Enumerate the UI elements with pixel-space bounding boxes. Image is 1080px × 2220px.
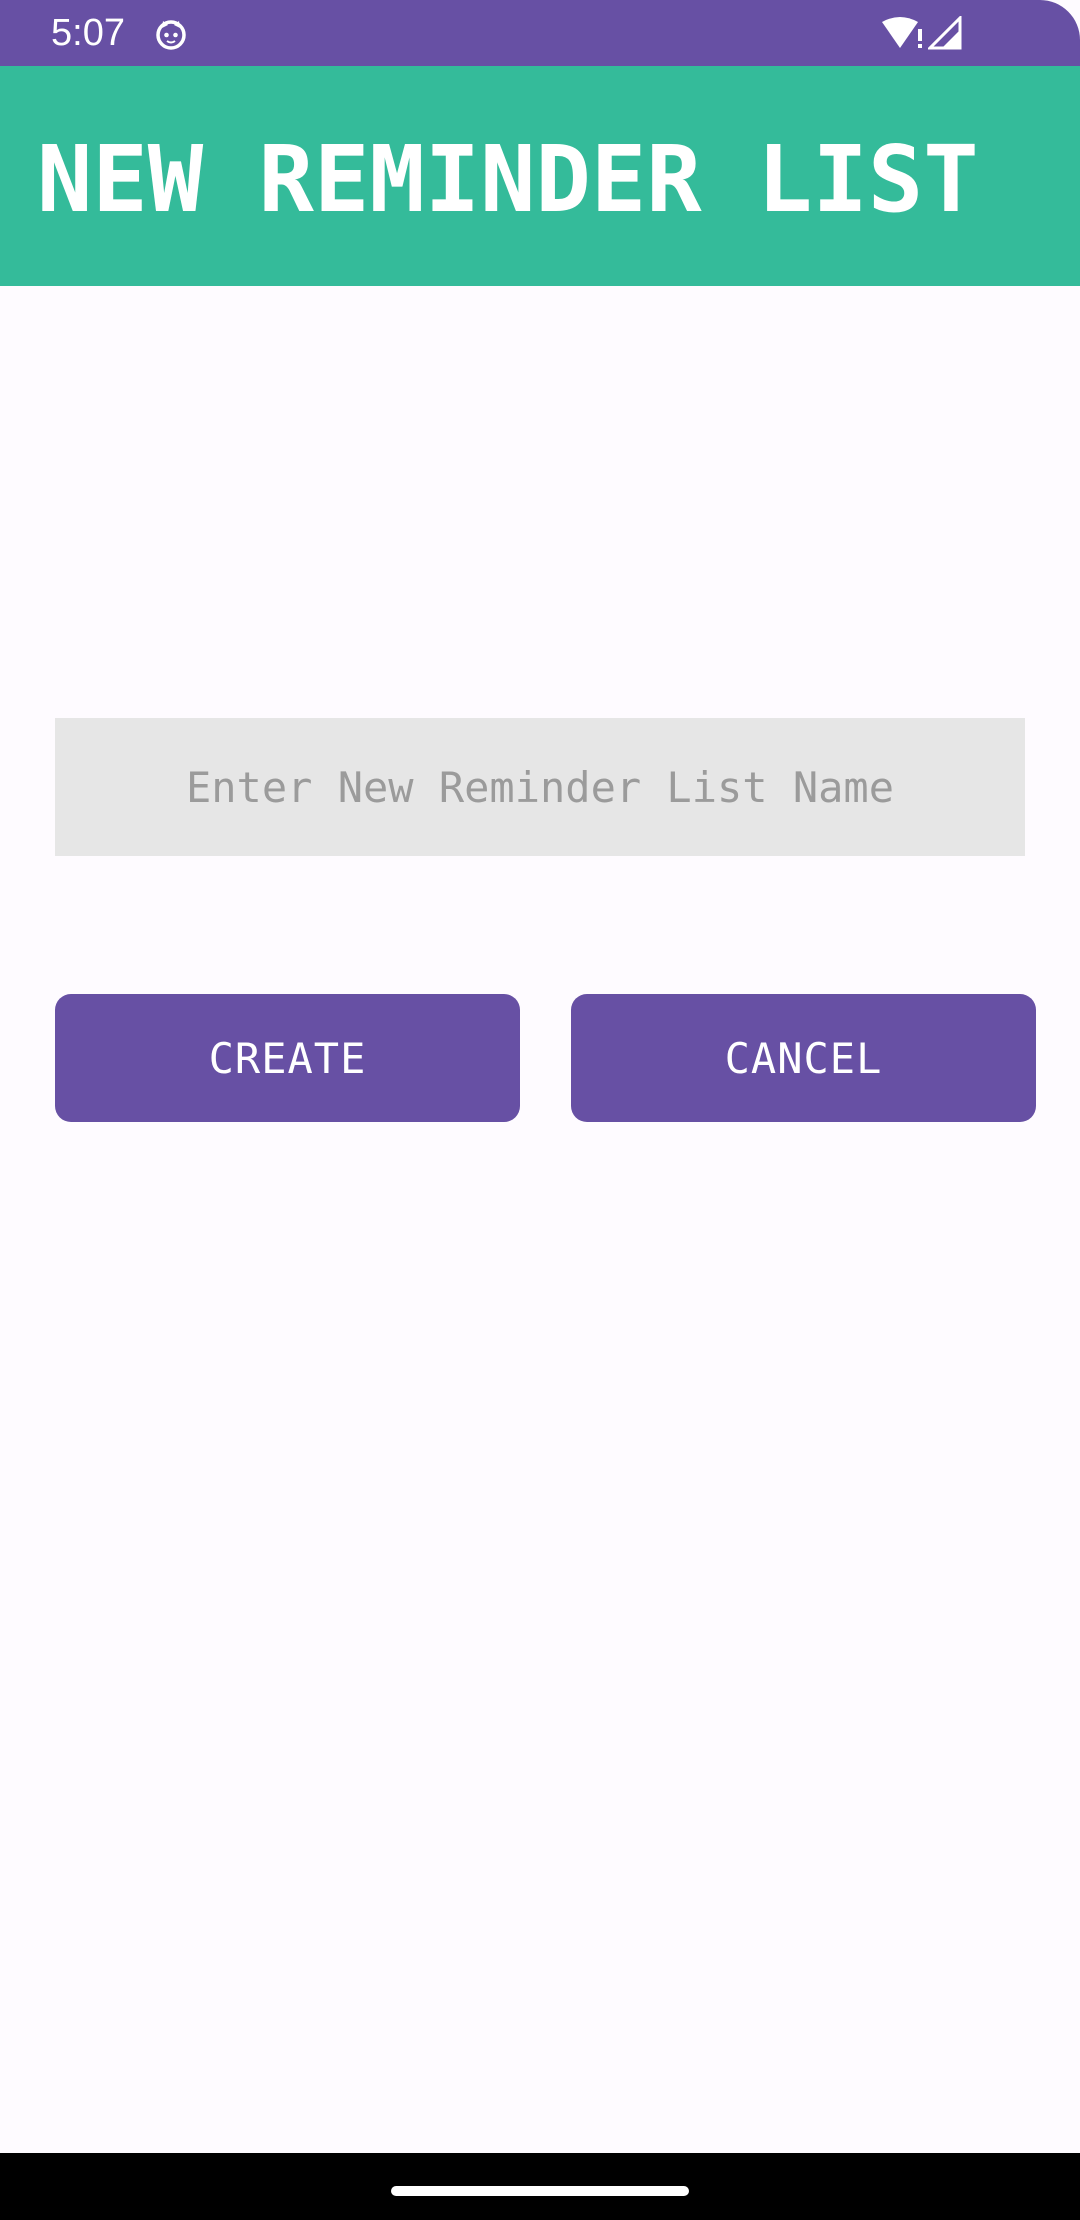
status-bar: 5:07 — [0, 0, 1080, 66]
status-icons — [880, 15, 962, 51]
reminder-list-name-input[interactable] — [55, 718, 1025, 856]
wifi-alert-icon — [882, 17, 922, 48]
page-title: NEW REMINDER LIST — [37, 126, 979, 233]
cat-face-icon — [156, 20, 186, 50]
create-button[interactable]: CREATE — [55, 994, 520, 1122]
gesture-handle[interactable] — [391, 2186, 689, 2196]
app-bar: NEW REMINDER LIST — [0, 66, 1080, 286]
cancel-button[interactable]: CANCEL — [571, 994, 1036, 1122]
cell-signal-icon — [928, 16, 962, 50]
navigation-bar — [0, 2153, 1080, 2220]
status-time: 5:07 — [51, 12, 125, 54]
